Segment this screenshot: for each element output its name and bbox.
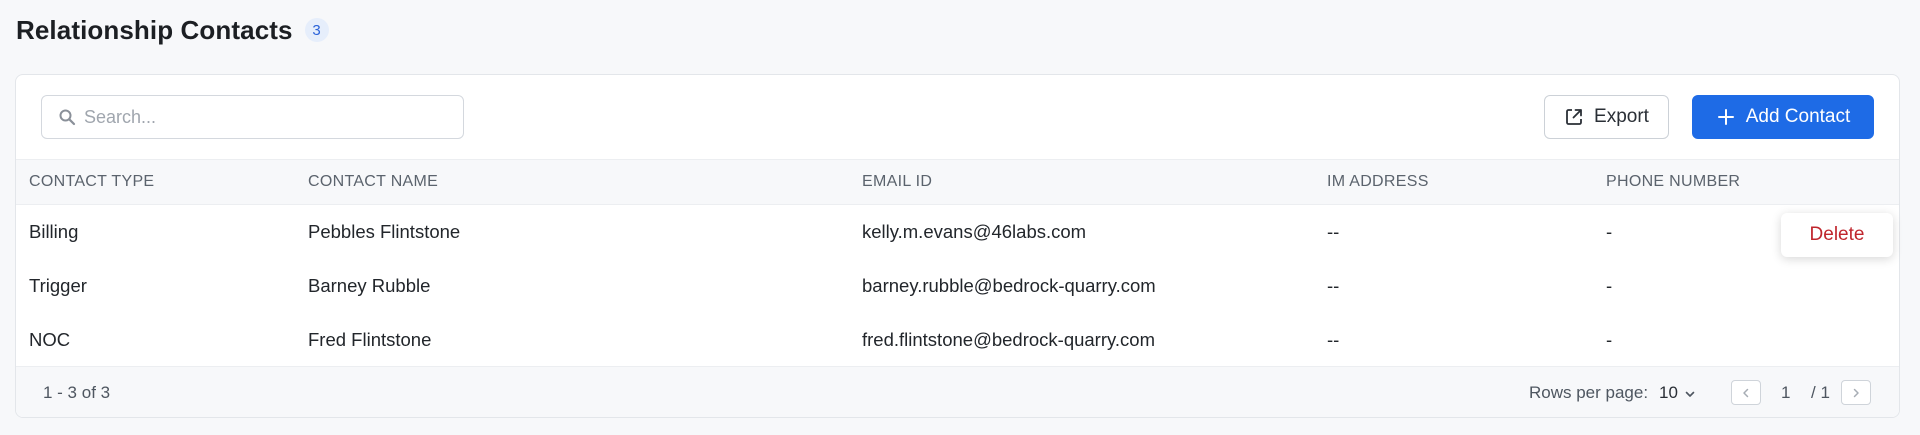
export-label: Export: [1594, 106, 1649, 127]
search-icon: [59, 109, 76, 126]
table-row[interactable]: Billing Pebbles Flintstone kelly.m.evans…: [16, 205, 1899, 259]
column-header-phone-number: PHONE NUMBER: [1606, 173, 1741, 190]
external-link-icon: [1566, 109, 1582, 125]
cell-phone-number: -: [1606, 275, 1613, 296]
rows-per-page-label: Rows per page:: [1529, 383, 1649, 402]
contacts-card: Export Add Contact CONTACT TYPE CONTACT …: [15, 74, 1900, 418]
column-header-email-id: EMAIL ID: [862, 173, 933, 190]
next-page-button[interactable]: [1841, 380, 1871, 405]
table-row[interactable]: Trigger Barney Rubble barney.rubble@bedr…: [16, 259, 1899, 313]
cell-contact-name: Fred Flintstone: [308, 329, 432, 350]
table-row[interactable]: NOC Fred Flintstone fred.flintstone@bedr…: [16, 313, 1899, 367]
search-box[interactable]: [41, 95, 464, 139]
search-input[interactable]: [84, 106, 444, 128]
add-contact-button[interactable]: Add Contact: [1692, 95, 1874, 139]
chevron-left-icon: [1743, 388, 1749, 397]
add-contact-label: Add Contact: [1745, 106, 1851, 127]
column-header-contact-type: CONTACT TYPE: [29, 173, 155, 190]
cell-contact-name: Pebbles Flintstone: [308, 221, 461, 242]
cell-email: fred.flintstone@bedrock-quarry.com: [862, 329, 1155, 350]
cell-im-address: --: [1327, 221, 1340, 242]
chevron-down-icon: [1685, 391, 1695, 397]
count-badge: 3: [304, 18, 329, 42]
cell-email: barney.rubble@bedrock-quarry.com: [862, 275, 1156, 296]
current-page: 1: [1781, 383, 1791, 402]
cell-contact-type: NOC: [29, 329, 71, 350]
page-title: Relationship Contacts: [16, 14, 293, 45]
total-pages: / 1: [1811, 383, 1830, 402]
cell-phone-number: -: [1606, 329, 1613, 350]
cell-im-address: --: [1327, 329, 1340, 350]
column-header-contact-name: CONTACT NAME: [308, 173, 439, 190]
cell-phone-number: -: [1606, 221, 1613, 242]
pagination-range: 1 - 3 of 3: [43, 383, 111, 402]
rows-per-page-select[interactable]: 10: [1659, 367, 1696, 417]
cell-im-address: --: [1327, 275, 1340, 296]
table-header: CONTACT TYPE CONTACT NAME EMAIL ID IM AD…: [16, 159, 1899, 205]
cell-email: kelly.m.evans@46labs.com: [862, 221, 1087, 242]
export-button[interactable]: Export: [1544, 95, 1669, 139]
table-footer: 1 - 3 of 3 Rows per page: 10 1 / 1: [16, 366, 1899, 417]
previous-page-button[interactable]: [1731, 380, 1761, 405]
cell-contact-name: Barney Rubble: [308, 275, 431, 296]
cell-contact-type: Trigger: [29, 275, 87, 296]
cell-contact-type: Billing: [29, 221, 79, 242]
delete-button[interactable]: Delete: [1781, 213, 1893, 257]
plus-icon: [1717, 109, 1734, 125]
chevron-right-icon: [1853, 388, 1859, 397]
page-header: Relationship Contacts 3: [16, 12, 329, 48]
toolbar: Export Add Contact: [16, 75, 1899, 159]
column-header-im-address: IM ADDRESS: [1327, 173, 1429, 190]
rows-per-page-value: 10: [1659, 383, 1678, 402]
